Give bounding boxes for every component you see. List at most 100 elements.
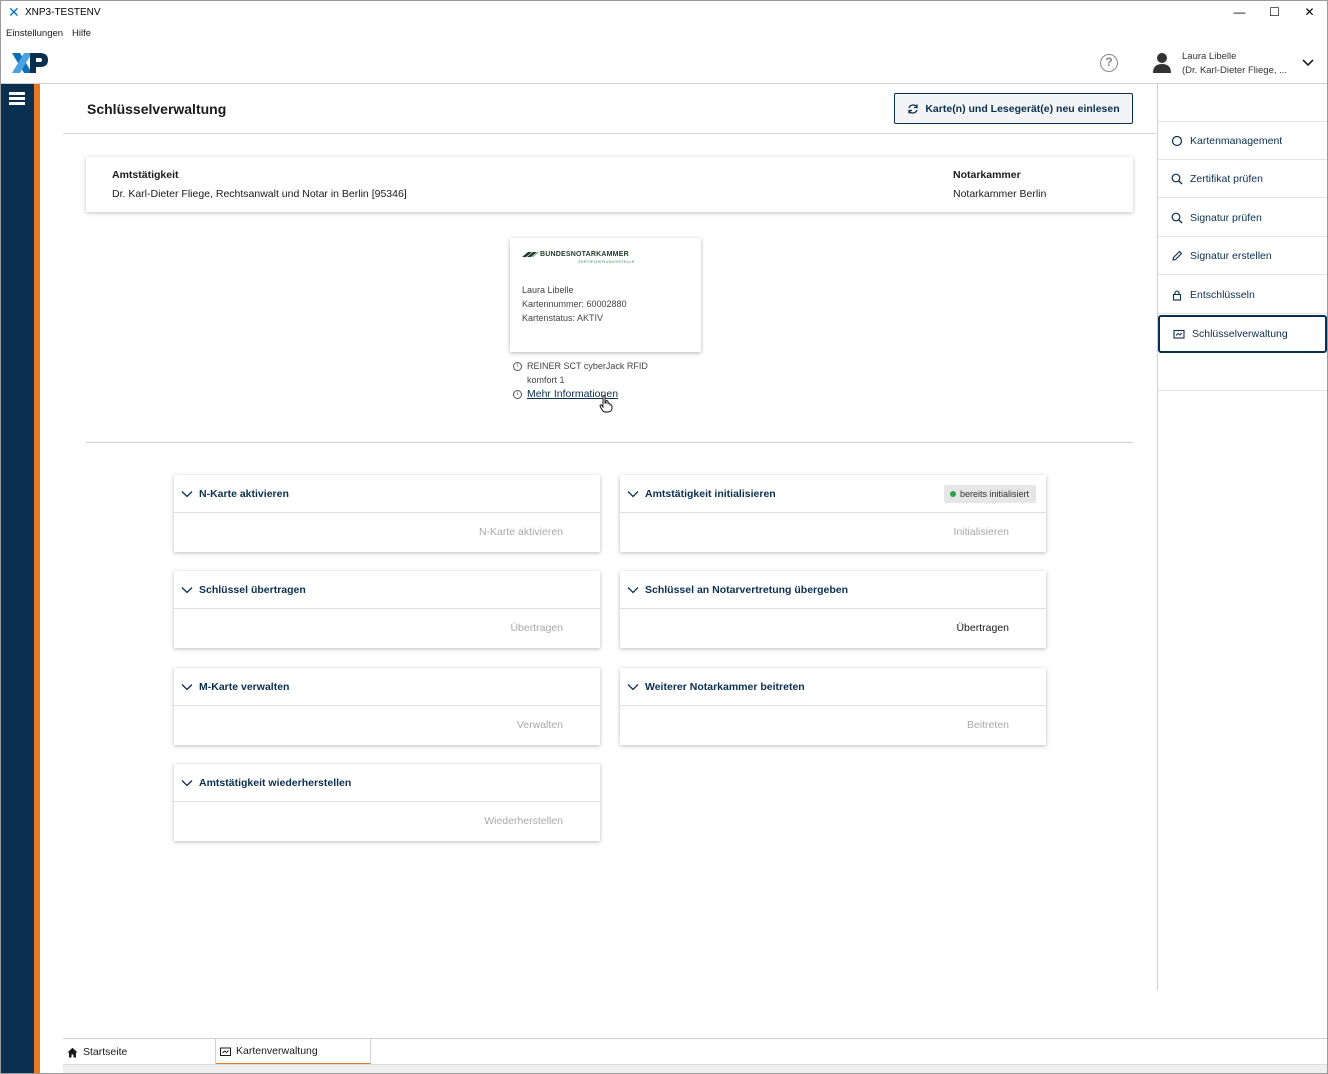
office-info-card: Amtstätigkeit Dr. Karl-Dieter Fliege, Re… (86, 157, 1133, 212)
reader-line-1: REINER SCT cyberJack RFID (527, 361, 648, 371)
sidebar-item-kartenmanagement[interactable]: Kartenmanagement (1158, 122, 1327, 160)
tab-kartenverwaltung[interactable]: Kartenverwaltung (216, 1039, 371, 1065)
search-icon (1171, 212, 1183, 223)
card-icon (220, 1047, 231, 1056)
panel-title: M-Karte verwalten (199, 681, 290, 693)
reload-cards-label: Karte(n) und Lesegerät(e) neu einlesen (925, 102, 1120, 115)
title-bar: ✕ XNP3-TESTENV — ☐ ✕ (1, 1, 1327, 23)
panel-header[interactable]: Schlüssel an Notarvertretung übergeben (620, 571, 1046, 609)
card-issuer-sub: ZERTIFIZIERUNGSSTELLE (578, 259, 635, 264)
menu-einstellungen[interactable]: Einstellungen (6, 28, 63, 39)
status-badge-label: bereits initialisiert (959, 489, 1029, 499)
panel-header[interactable]: Amtstätigkeit initialisieren bereits ini… (620, 475, 1046, 513)
status-dot-icon (949, 491, 956, 497)
info-icon: i (513, 362, 522, 371)
panel-weiterer-notarkammer-beitreten: Weiterer Notarkammer beitreten Beitreten (620, 668, 1046, 745)
user-org: (Dr. Karl-Dieter Fliege, ... (1182, 65, 1288, 76)
panel-header[interactable]: Amtstätigkeit wiederherstellen (174, 764, 600, 802)
sidebar-item-signatur-pruefen[interactable]: Signatur prüfen (1158, 199, 1327, 237)
initialisieren-button[interactable]: Initialisieren (954, 526, 1009, 538)
section-divider (86, 442, 1133, 443)
panel-amtstaetigkeit-initialisieren: Amtstätigkeit initialisieren bereits ini… (620, 475, 1046, 552)
wiederherstellen-button[interactable]: Wiederherstellen (484, 815, 563, 827)
chevron-down-icon (181, 491, 193, 498)
card-reader-info: i REINER SCT cyberJack RFID (513, 361, 648, 371)
window-title: XNP3-TESTENV (25, 6, 101, 18)
sidebar-item-label: Signatur erstellen (1190, 249, 1272, 262)
sidebar-item-signatur-erstellen[interactable]: Signatur erstellen (1158, 237, 1327, 275)
n-karte-aktivieren-button[interactable]: N-Karte aktivieren (479, 526, 563, 538)
sidebar-item-schluesselverwaltung[interactable]: Schlüsselverwaltung (1158, 315, 1327, 353)
refresh-icon (908, 103, 918, 114)
sidebar-item-spacer (1158, 353, 1327, 391)
sidebar-item-entschluesseln[interactable]: Entschlüsseln (1158, 276, 1327, 314)
chevron-down-icon (181, 587, 193, 594)
panel-header[interactable]: M-Karte verwalten (174, 668, 600, 706)
verwalten-button[interactable]: Verwalten (517, 719, 563, 731)
search-icon (1171, 173, 1183, 184)
reload-cards-button[interactable]: Karte(n) und Lesegerät(e) neu einlesen (894, 93, 1133, 124)
sidebar-item-label: Signatur prüfen (1190, 211, 1262, 224)
panel-amtstaetigkeit-wiederherstellen: Amtstätigkeit wiederherstellen Wiederher… (174, 764, 600, 841)
reader-line-2: komfort 1 (527, 375, 565, 385)
home-icon (67, 1047, 78, 1057)
chevron-down-icon (627, 491, 639, 498)
lock-icon (1172, 289, 1182, 301)
amtstaetigkeit-value: Dr. Karl-Dieter Fliege, Rechtsanwalt und… (112, 188, 407, 200)
sidebar-item-label: Kartenmanagement (1190, 134, 1283, 147)
window-controls: — ☐ ✕ (1222, 1, 1327, 23)
panel-header[interactable]: Weiterer Notarkammer beitreten (620, 668, 1046, 706)
right-sidebar: Kartenmanagement Zertifikat prüfen Signa… (1157, 84, 1327, 990)
smart-card[interactable]: BUNDESNOTARKAMMER ZERTIFIZIERUNGSSTELLE … (510, 238, 701, 352)
panel-title: N-Karte aktivieren (199, 488, 289, 500)
tab-startseite[interactable]: Startseite (63, 1039, 216, 1065)
notarkammer-label: Notarkammer (953, 169, 1021, 181)
chevron-down-icon (181, 780, 193, 787)
content-header: Schlüsselverwaltung Karte(n) und Leseger… (63, 84, 1157, 134)
minimize-button[interactable]: — (1222, 1, 1257, 23)
key-card-icon (1173, 329, 1185, 339)
panel-header[interactable]: N-Karte aktivieren (174, 475, 600, 513)
close-button[interactable]: ✕ (1292, 1, 1327, 23)
user-name: Laura Libelle (1182, 51, 1237, 62)
hand-cursor-icon (599, 395, 613, 413)
menu-hilfe[interactable]: Hilfe (72, 28, 91, 39)
card-status: Kartenstatus: AKTIV (522, 313, 604, 323)
user-icon (1153, 53, 1171, 73)
card-holder: Laura Libelle (522, 285, 574, 295)
tab-label: Startseite (83, 1046, 128, 1058)
sidebar-top-spacer (1158, 84, 1327, 122)
chevron-down-icon (627, 684, 639, 691)
chevron-down-icon (627, 587, 639, 594)
circle-icon (1171, 135, 1183, 146)
sidebar-item-label: Schlüsselverwaltung (1192, 328, 1288, 340)
sidebar-item-label: Entschlüsseln (1190, 288, 1255, 301)
xp-logo[interactable] (10, 51, 50, 75)
card-issuer: BUNDESNOTARKAMMER (540, 251, 629, 258)
hamburger-menu-icon[interactable] (9, 92, 25, 105)
status-strip (63, 1064, 1327, 1073)
sidebar-item-label: Zertifikat prüfen (1190, 172, 1263, 185)
card-reader-info-2: komfort 1 (527, 375, 565, 385)
chevron-down-icon (181, 684, 193, 691)
beitreten-button[interactable]: Beitreten (967, 719, 1009, 731)
amtstaetigkeit-label: Amtstätigkeit (112, 169, 179, 181)
status-badge: bereits initialisiert (943, 485, 1036, 503)
page-title: Schlüsselverwaltung (87, 101, 227, 117)
panel-schluessel-uebertragen: Schlüssel übertragen Übertragen (174, 571, 600, 648)
card-number: Kartennummer: 60002880 (522, 299, 627, 309)
panel-n-karte-aktivieren: N-Karte aktivieren N-Karte aktivieren (174, 475, 600, 552)
uebertragen-button[interactable]: Übertragen (510, 622, 563, 634)
app-header: ? Laura Libelle (Dr. Karl-Dieter Fliege,… (1, 42, 1327, 84)
panel-header[interactable]: Schlüssel übertragen (174, 571, 600, 609)
help-icon[interactable]: ? (1100, 54, 1118, 72)
maximize-button[interactable]: ☐ (1257, 1, 1292, 23)
panel-title: Amtstätigkeit initialisieren (645, 488, 776, 500)
chevron-down-icon[interactable] (1301, 56, 1315, 70)
sidebar-item-zertifikat-pruefen[interactable]: Zertifikat prüfen (1158, 160, 1327, 198)
panel-schluessel-an-notarvertretung: Schlüssel an Notarvertretung übergeben Ü… (620, 571, 1046, 648)
notarvertretung-uebertragen-button[interactable]: Übertragen (956, 622, 1009, 634)
info-icon: i (513, 390, 522, 399)
notarkammer-value: Notarkammer Berlin (953, 188, 1047, 200)
left-nav-accent (34, 84, 40, 1073)
